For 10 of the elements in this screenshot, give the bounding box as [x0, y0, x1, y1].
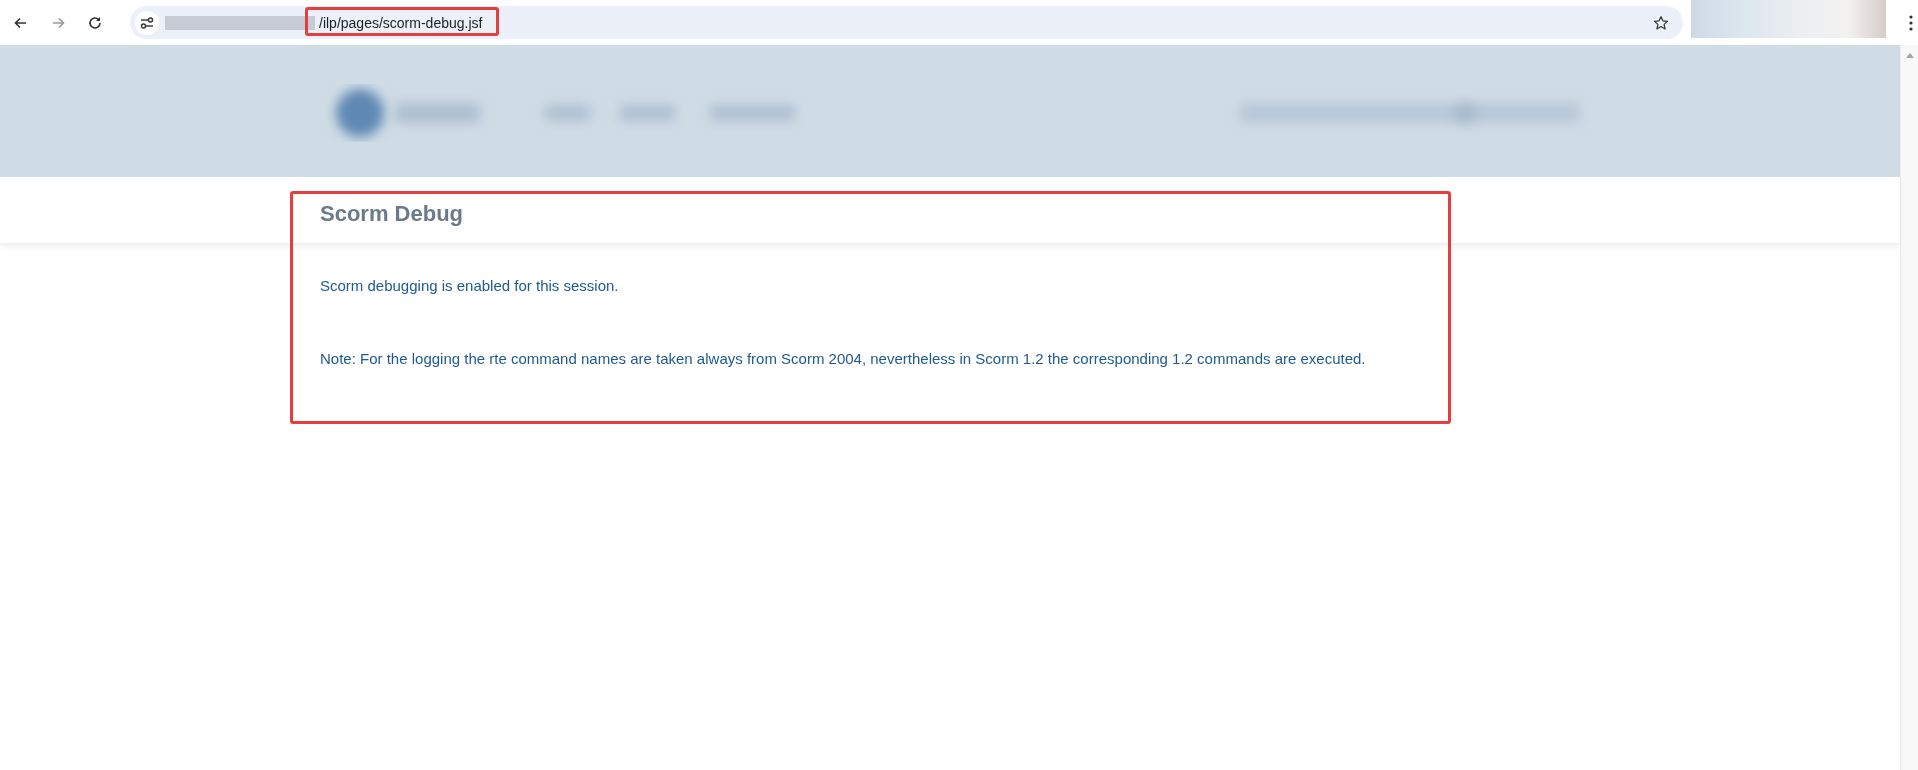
- url-text: /ilp/pages/scorm-debug.jsf: [319, 14, 483, 31]
- scrollbar[interactable]: [1900, 45, 1918, 770]
- paragraph: Note: For the logging the rte command names are taken always from Scorm 2004, nevertheless in Scorm 1.2 the corresponding 1.2 commands are executed.: [320, 349, 1367, 369]
- site-settings-icon[interactable]: [135, 10, 159, 35]
- bookmark-star-icon[interactable]: [1653, 14, 1669, 31]
- address-bar[interactable]: /ilp/pages/scorm-debug.jsf: [130, 6, 1683, 39]
- menu-icon[interactable]: [1909, 14, 1913, 31]
- page-title: Scorm Debug: [320, 200, 465, 228]
- reload-icon[interactable]: [87, 14, 103, 31]
- paragraph: Scorm debugging is enabled for this session.: [320, 276, 620, 296]
